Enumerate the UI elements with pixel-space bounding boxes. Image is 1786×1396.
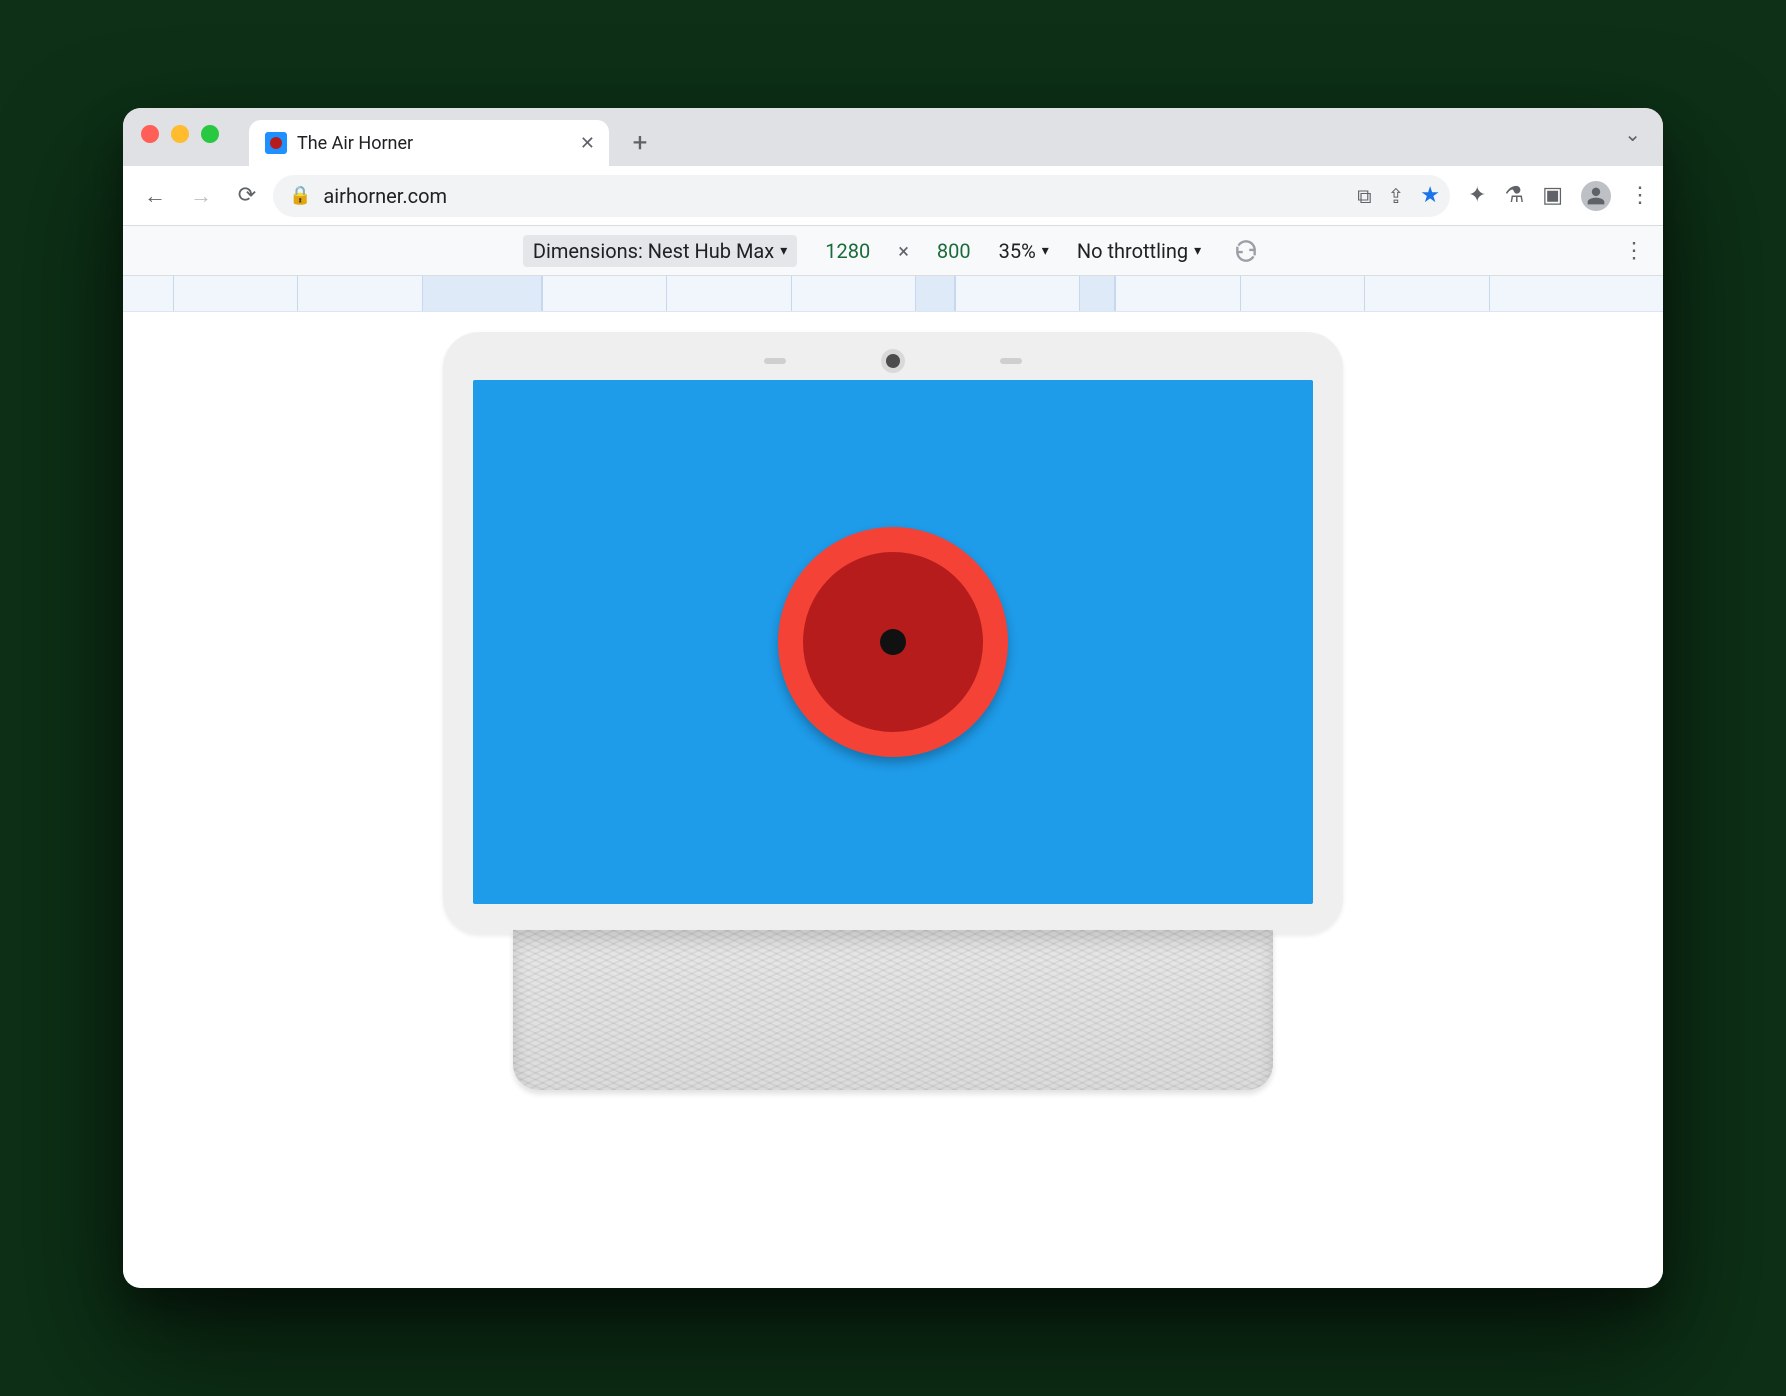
- forward-button[interactable]: →: [181, 176, 221, 216]
- omnibox-actions: ⧉ ⇪ ★: [1357, 183, 1440, 208]
- back-button[interactable]: ←: [135, 176, 175, 216]
- viewport-height-input[interactable]: 800: [937, 239, 971, 263]
- device-mic-icon: [764, 358, 786, 364]
- caret-down-icon: ▾: [780, 243, 787, 259]
- device-speaker-base: [513, 930, 1273, 1090]
- new-tab-button[interactable]: +: [621, 124, 659, 162]
- throttling-selector[interactable]: No throttling ▾: [1077, 239, 1201, 263]
- device-bezel: [443, 332, 1343, 934]
- tabs-dropdown-button[interactable]: ⌄: [1612, 116, 1653, 152]
- side-panel-icon[interactable]: ▣: [1542, 183, 1563, 208]
- lock-icon[interactable]: 🔒: [289, 185, 311, 206]
- rotate-icon: [1233, 238, 1259, 264]
- toolbar-right: ✦ ⚗ ▣ ⋮: [1468, 181, 1651, 211]
- airhorn-button[interactable]: [778, 527, 1008, 757]
- caret-down-icon: ▾: [1194, 243, 1201, 259]
- tab-title: The Air Horner: [297, 133, 570, 154]
- bookmark-star-icon[interactable]: ★: [1420, 183, 1440, 208]
- device-selector[interactable]: Dimensions: Nest Hub Max ▾: [523, 235, 797, 267]
- chrome-menu-button[interactable]: ⋮: [1629, 183, 1651, 208]
- device-camera-icon: [886, 354, 900, 368]
- profile-avatar-button[interactable]: [1581, 181, 1611, 211]
- device-selector-label: Dimensions: Nest Hub Max: [533, 239, 774, 263]
- install-app-icon[interactable]: ⧉: [1357, 184, 1371, 208]
- close-tab-button[interactable]: ✕: [580, 133, 595, 154]
- device-frame-nest-hub-max: [443, 332, 1343, 1090]
- viewport-width-input[interactable]: 1280: [825, 239, 870, 263]
- throttling-label: No throttling: [1077, 239, 1188, 263]
- window-controls: [141, 125, 219, 143]
- zoom-selector[interactable]: 35% ▾: [999, 239, 1049, 263]
- minimize-window-button[interactable]: [171, 125, 189, 143]
- dimension-separator: ×: [898, 239, 909, 263]
- reload-button[interactable]: ⟳: [227, 176, 267, 216]
- zoom-level-label: 35%: [999, 239, 1036, 263]
- caret-down-icon: ▾: [1042, 243, 1049, 259]
- rotate-device-button[interactable]: [1229, 234, 1263, 268]
- maximize-window-button[interactable]: [201, 125, 219, 143]
- labs-icon[interactable]: ⚗: [1504, 183, 1524, 208]
- browser-window: The Air Horner ✕ + ⌄ ← → ⟳ 🔒 airhorner.c…: [123, 108, 1663, 1288]
- device-sensor-bar: [473, 354, 1313, 368]
- browser-toolbar: ← → ⟳ 🔒 airhorner.com ⧉ ⇪ ★ ✦ ⚗ ▣ ⋮: [123, 166, 1663, 226]
- person-icon: [1586, 186, 1606, 206]
- device-mic-icon: [1000, 358, 1022, 364]
- airhorn-inner-circle: [803, 552, 983, 732]
- extensions-icon[interactable]: ✦: [1468, 183, 1486, 208]
- address-bar[interactable]: 🔒 airhorner.com ⧉ ⇪ ★: [273, 175, 1450, 217]
- close-window-button[interactable]: [141, 125, 159, 143]
- favicon-icon: [265, 132, 287, 154]
- page-viewport: [123, 312, 1663, 1288]
- share-icon[interactable]: ⇪: [1388, 184, 1405, 208]
- device-toolbar: Dimensions: Nest Hub Max ▾ 1280 × 800 35…: [123, 226, 1663, 276]
- tab-strip: The Air Horner ✕ + ⌄: [123, 108, 1663, 166]
- airhorn-center-hole: [880, 629, 906, 655]
- app-screen[interactable]: [473, 380, 1313, 904]
- browser-tab[interactable]: The Air Horner ✕: [249, 120, 609, 166]
- device-toolbar-menu-button[interactable]: ⋮: [1623, 238, 1645, 263]
- breakpoint-ruler: [123, 276, 1663, 312]
- url-text: airhorner.com: [323, 184, 1345, 208]
